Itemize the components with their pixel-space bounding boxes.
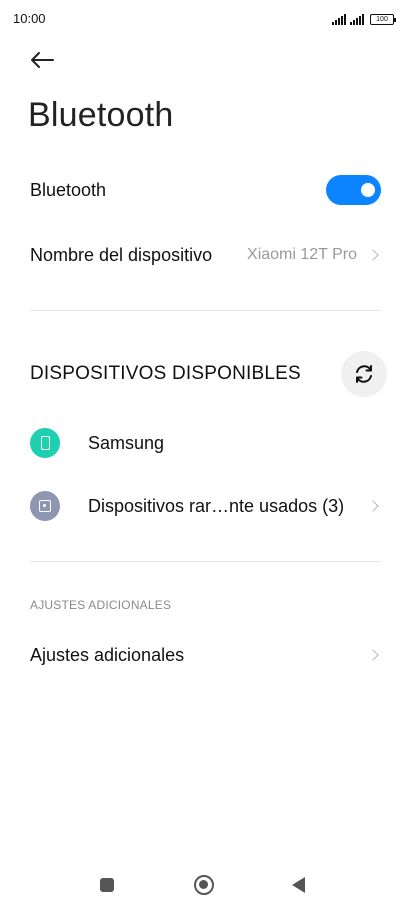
available-devices-header: DISPOSITIVOS DISPONIBLES — [30, 351, 387, 397]
signal-icon-2 — [350, 13, 364, 25]
additional-settings-label: Ajustes adicionales — [30, 644, 185, 665]
chevron-right-icon — [367, 649, 379, 661]
phone-icon — [30, 428, 60, 458]
additional-settings-heading: AJUSTES ADICIONALES — [30, 598, 172, 612]
refresh-icon — [356, 365, 372, 383]
bluetooth-toggle-label: Bluetooth — [30, 179, 107, 200]
list-item-rarely-used-devices[interactable]: Dispositivos rar…nte usados (3) — [30, 490, 381, 522]
home-icon[interactable] — [194, 875, 214, 895]
navigation-bar — [0, 858, 411, 914]
bluetooth-toggle[interactable] — [326, 175, 381, 205]
bluetooth-toggle-row[interactable]: Bluetooth — [30, 174, 381, 206]
device-label: Samsung — [88, 432, 165, 453]
device-icon — [30, 491, 60, 521]
device-name-row[interactable]: Nombre del dispositivo Xiaomi 12T Pro — [30, 240, 381, 270]
battery-icon: 100 — [370, 14, 396, 25]
status-time: 10:00 — [13, 11, 46, 26]
additional-settings-row[interactable]: Ajustes adicionales — [30, 640, 381, 670]
available-devices-heading: DISPOSITIVOS DISPONIBLES — [30, 363, 301, 384]
recents-icon[interactable] — [100, 878, 114, 892]
divider — [30, 561, 381, 562]
status-bar: 10:00 100 — [0, 0, 411, 38]
device-name-value: Xiaomi 12T Pro — [247, 246, 357, 263]
back-icon[interactable] — [292, 877, 305, 893]
list-item-samsung[interactable]: Samsung — [30, 427, 381, 459]
bluetooth-settings-screen: 10:00 100 Bluetooth Bluetooth Nombre del… — [0, 0, 411, 914]
toggle-knob — [361, 183, 375, 197]
status-icons: 100 — [332, 11, 396, 25]
refresh-button[interactable] — [341, 351, 387, 397]
signal-icon — [332, 13, 346, 25]
device-name-label: Nombre del dispositivo — [30, 244, 213, 265]
back-arrow-icon[interactable] — [28, 46, 56, 74]
device-label: Dispositivos rar…nte usados (3) — [88, 495, 345, 516]
additional-settings-header: AJUSTES ADICIONALES — [30, 596, 381, 614]
divider — [30, 310, 381, 311]
chevron-right-icon — [367, 249, 379, 261]
page-title: Bluetooth — [28, 96, 174, 134]
chevron-right-icon — [367, 500, 379, 512]
